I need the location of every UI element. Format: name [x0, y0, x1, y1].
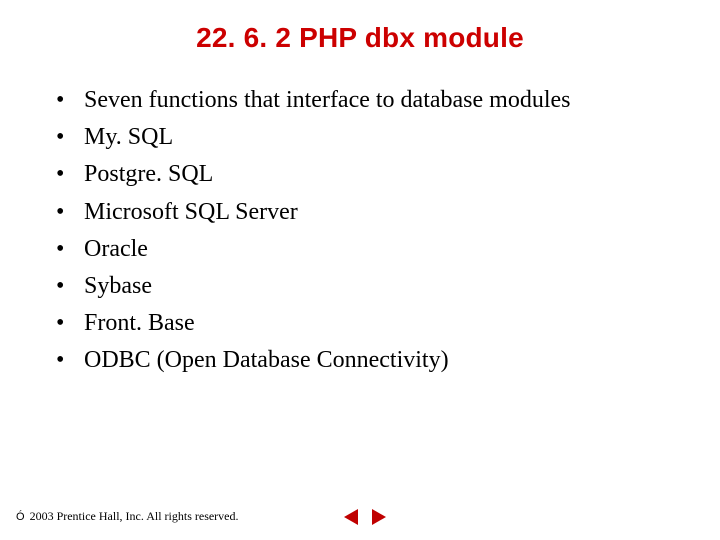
title-tail: dbx module: [357, 22, 524, 53]
list-item: Sybase: [56, 268, 680, 305]
footer: Ó 2003 Prentice Hall, Inc. All rights re…: [16, 509, 239, 524]
list-item-text: ODBC (Open Database Connectivity): [84, 347, 449, 373]
list-item-text: Postgre. SQL: [84, 161, 213, 187]
list-item: Oracle: [56, 231, 680, 268]
slide: 22. 6. 2 PHP dbx module Seven functions …: [0, 0, 720, 540]
list-item: Front. Base: [56, 305, 680, 342]
list-item: Seven functions that interface to databa…: [56, 82, 680, 119]
list-item-text: My. SQL: [84, 124, 173, 150]
next-button[interactable]: [368, 506, 390, 528]
triangle-right-icon: [369, 507, 389, 527]
list-item-text: Front. Base: [84, 310, 195, 336]
list-item: ODBC (Open Database Connectivity): [56, 342, 680, 379]
list-item: My. SQL: [56, 119, 680, 156]
triangle-left-icon: [341, 507, 361, 527]
list-item: Microsoft SQL Server: [56, 194, 680, 231]
list-item: Postgre. SQL: [56, 156, 680, 193]
list-item-text: Microsoft SQL Server: [84, 199, 298, 225]
list-item-text: Sybase: [84, 273, 152, 299]
slide-title: 22. 6. 2 PHP dbx module: [0, 22, 720, 54]
list-item-text: Seven functions that interface to databa…: [84, 87, 571, 113]
bullet-list: Seven functions that interface to databa…: [56, 82, 680, 380]
nav-controls: [340, 506, 390, 528]
prev-button[interactable]: [340, 506, 362, 528]
footer-text: 2003 Prentice Hall, Inc. All rights rese…: [27, 509, 239, 523]
list-item-text: Oracle: [84, 236, 148, 262]
copyright-symbol: Ó: [16, 511, 25, 523]
title-section: 22. 6. 2 PHP: [196, 22, 357, 53]
